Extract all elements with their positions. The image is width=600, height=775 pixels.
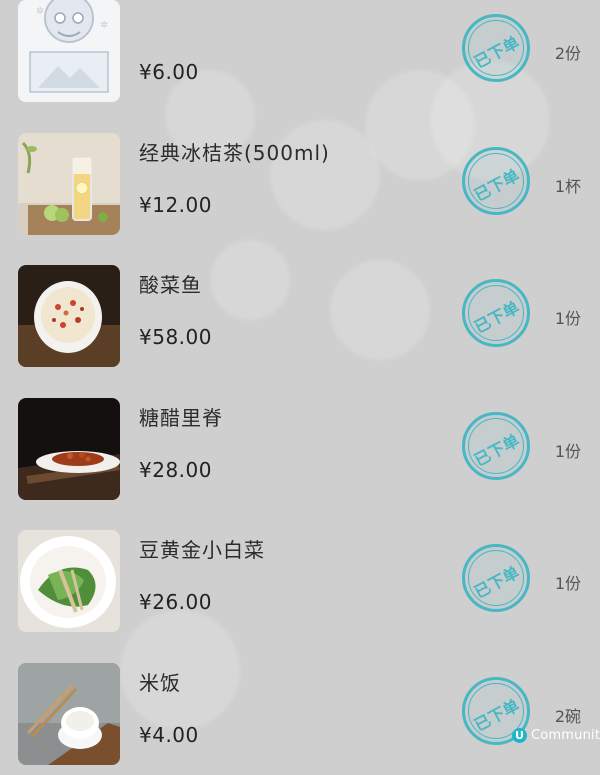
- order-item-list: ✲ ✲ ¥6.00 已下单 2份: [0, 0, 600, 775]
- item-quantity: 2碗: [555, 703, 581, 727]
- ordered-stamp-badge: 已下单: [462, 279, 530, 347]
- order-item[interactable]: 经典冰桔茶(500ml) ¥12.00 已下单 1杯: [0, 113, 600, 246]
- item-name: 豆黄金小白菜: [139, 534, 265, 563]
- sweet-sour-pork-image: [18, 398, 120, 500]
- community-watermark: U Community: [512, 724, 600, 746]
- item-price: ¥6.00: [139, 60, 199, 84]
- ordered-stamp-badge: 已下单: [462, 544, 530, 612]
- svg-text:✲: ✲: [36, 6, 44, 17]
- item-name: 经典冰桔茶(500ml): [139, 137, 330, 166]
- food-thumbnail: [18, 530, 120, 632]
- item-price: ¥4.00: [139, 723, 199, 747]
- svg-text:✲: ✲: [100, 20, 108, 31]
- u-logo-icon: U: [512, 728, 527, 743]
- order-item[interactable]: ✲ ✲ ¥6.00 已下单 2份: [0, 0, 600, 113]
- bok-choy-image: [18, 530, 120, 632]
- food-thumbnail: [18, 663, 120, 765]
- placeholder-mascot-image: ✲ ✲: [18, 0, 120, 102]
- iced-tea-image: [18, 133, 120, 235]
- stamp-label: 已下单: [463, 423, 529, 473]
- food-thumbnail: [18, 398, 120, 500]
- order-item[interactable]: 米饭 ¥4.00 已下单 2碗: [0, 643, 600, 775]
- watermark-text: Community: [531, 728, 600, 743]
- item-quantity: 1份: [555, 305, 581, 329]
- food-thumbnail: ✲ ✲: [18, 0, 120, 102]
- stamp-label: 已下单: [463, 26, 529, 76]
- stamp-label: 已下单: [463, 291, 529, 341]
- food-thumbnail: [18, 265, 120, 367]
- item-quantity: 1份: [555, 570, 581, 594]
- item-quantity: 2份: [555, 40, 581, 64]
- stamp-label: 已下单: [463, 556, 529, 606]
- item-name: 糖醋里脊: [139, 402, 223, 431]
- item-quantity: 1份: [555, 438, 581, 462]
- order-item[interactable]: 豆黄金小白菜 ¥26.00 已下单 1份: [0, 510, 600, 643]
- food-thumbnail: [18, 133, 120, 235]
- ordered-stamp-badge: 已下单: [462, 412, 530, 480]
- order-item[interactable]: 酸菜鱼 ¥58.00 已下单 1份: [0, 245, 600, 378]
- item-price: ¥28.00: [139, 458, 212, 482]
- ordered-stamp-badge: 已下单: [462, 147, 530, 215]
- item-name: 酸菜鱼: [139, 269, 202, 298]
- order-item[interactable]: 糖醋里脊 ¥28.00 已下单 1份: [0, 378, 600, 511]
- item-price: ¥26.00: [139, 590, 212, 614]
- item-quantity: 1杯: [555, 173, 581, 197]
- stamp-label: 已下单: [463, 158, 529, 208]
- item-price: ¥12.00: [139, 193, 212, 217]
- ordered-stamp-badge: 已下单: [462, 14, 530, 82]
- rice-bowl-image: [18, 663, 120, 765]
- item-price: ¥58.00: [139, 325, 212, 349]
- pickled-fish-image: [18, 265, 120, 367]
- item-name: 米饭: [139, 667, 181, 696]
